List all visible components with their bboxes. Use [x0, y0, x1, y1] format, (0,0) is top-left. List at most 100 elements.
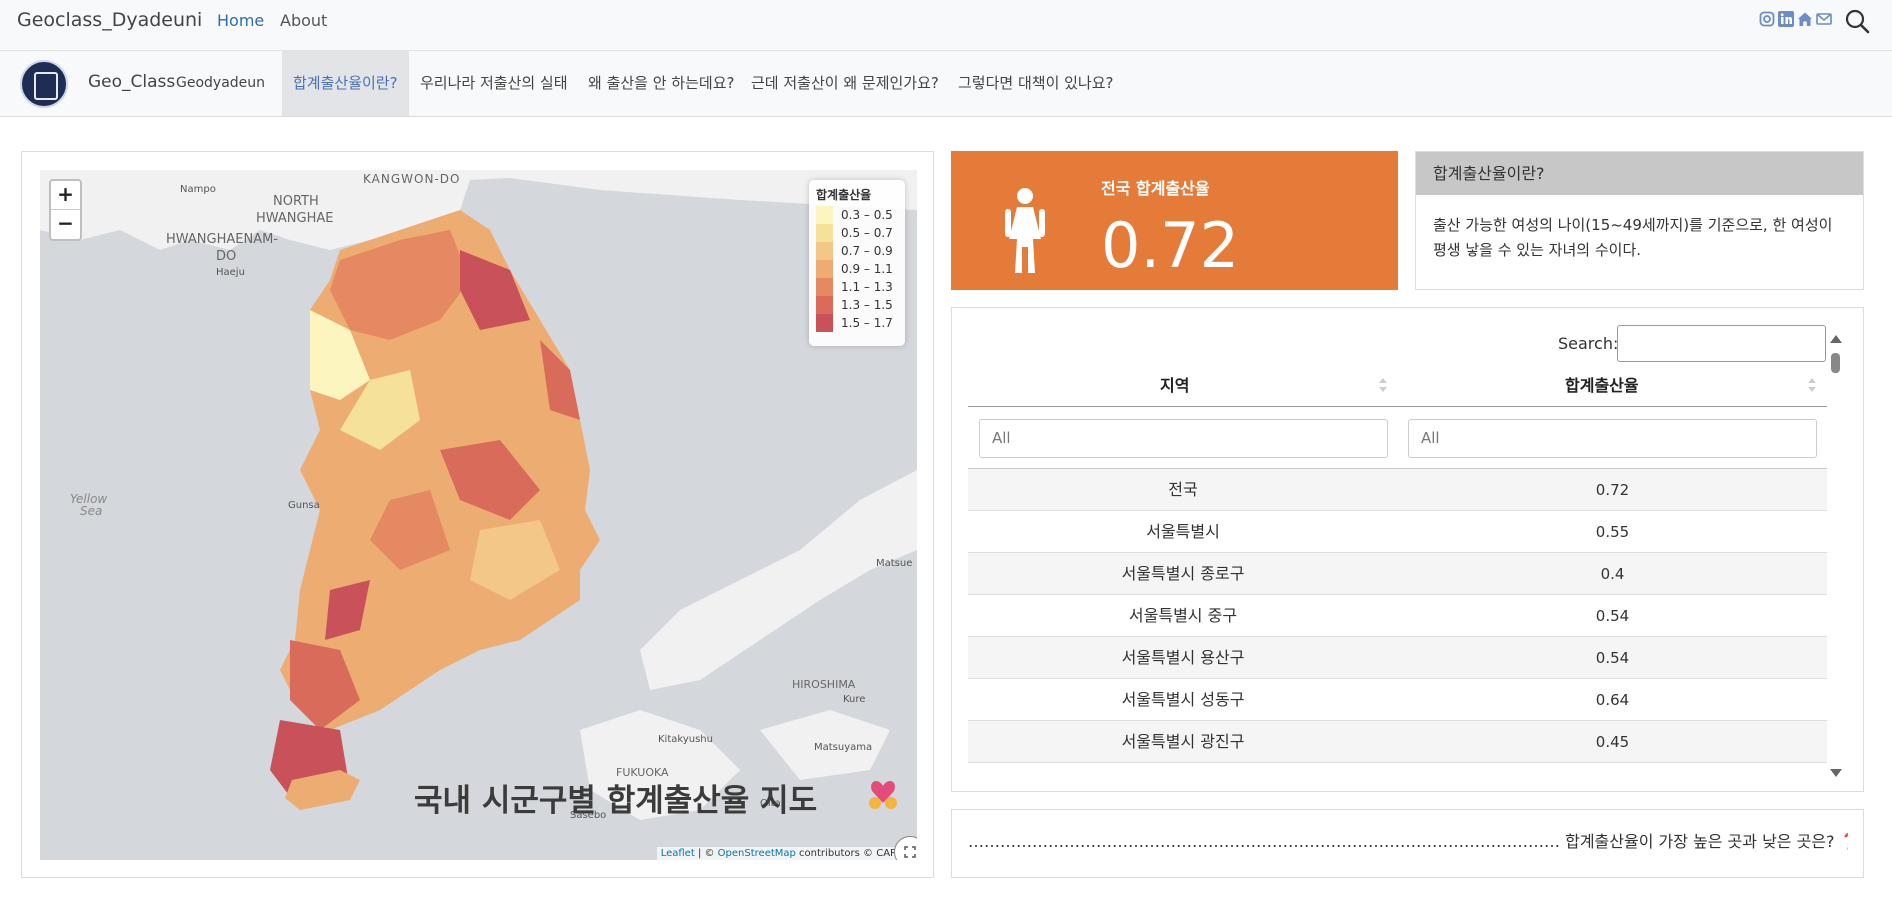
nav-home[interactable]: Home	[217, 11, 264, 30]
legend-swatch	[816, 314, 833, 332]
cell-region: 서울특별시 중구	[1128, 606, 1238, 625]
linkedin-icon[interactable]	[1778, 11, 1794, 27]
column-header-tfr[interactable]: 합계출산율	[1565, 372, 1639, 396]
cell-tfr: 0.54	[1595, 607, 1630, 625]
legend-title: 합계출산율	[816, 188, 872, 202]
zoom-in-button[interactable]: +	[51, 181, 80, 210]
mail-icon[interactable]	[1816, 11, 1832, 27]
legend-item: 0.3 – 0.5	[816, 206, 898, 224]
filter-tfr-input[interactable]: All	[1408, 419, 1817, 458]
attribution-rest: contributors © CAR	[795, 848, 897, 859]
heart-hands-icon	[866, 777, 900, 811]
legend-item: 1.5 – 1.7	[816, 314, 898, 332]
cell-tfr: 0.64	[1595, 691, 1630, 709]
table-row[interactable]: 서울특별시 성동구 0.64	[968, 679, 1827, 721]
legend-label: 1.1 – 1.3	[841, 280, 893, 294]
table-row[interactable]: 서울특별시 광진구 0.45	[968, 721, 1827, 763]
nav-about[interactable]: About	[280, 11, 327, 30]
sort-region-icon[interactable]	[1379, 378, 1387, 392]
map-label-matsuyama: Matsuyama	[814, 742, 873, 753]
legend-label: 1.3 – 1.5	[841, 298, 893, 312]
map-label-haeju: Haeju	[216, 267, 245, 278]
attribution-separator: | ©	[694, 848, 718, 859]
legend-label: 1.5 – 1.7	[841, 316, 893, 330]
map-label-kangwon: KANGWON-DO	[363, 172, 461, 186]
table-search-input[interactable]	[1617, 325, 1826, 362]
expand-icon	[904, 846, 916, 858]
map-attribution: Leaflet | © OpenStreetMap contributors ©…	[656, 847, 901, 860]
legend-swatch	[816, 260, 833, 278]
map-label-matsue: Matsue	[876, 558, 913, 569]
table-row[interactable]: 서울특별시 0.55	[968, 511, 1827, 553]
table-row[interactable]: 서울특별시 중구 0.54	[968, 595, 1827, 637]
female-icon	[995, 187, 1055, 273]
map-title: 국내 시군구별 합계출산율 지도	[414, 783, 818, 819]
map-label-kitakyushu: Kitakyushu	[658, 734, 713, 745]
extremes-question-card: ………………………………………………………………………………………………… 합계…	[951, 809, 1864, 878]
national-tfr-value-box: 전국 합계출산율 0.72	[951, 151, 1398, 290]
info-card-body: 출산 가능한 여성의 나이(15~49세까지)를 기준으로, 한 여성이 평생 …	[1433, 216, 1833, 259]
map-legend: 합계출산율 0.3 – 0.5 0.5 – 0.7 0.7 – 0.9 0.9 – 1…	[809, 180, 905, 346]
table-scrollbar[interactable]	[1827, 335, 1843, 777]
osm-link[interactable]: OpenStreetMap	[718, 848, 796, 859]
cell-region: 서울특별시 성동구	[1121, 690, 1245, 709]
map-label-kure: Kure	[843, 694, 866, 705]
tab-why-no-birth[interactable]: 왜 출산을 안 하는데요?	[577, 51, 745, 116]
map-label-sea: Sea	[80, 504, 103, 518]
sort-tfr-icon[interactable]	[1808, 378, 1816, 392]
fullscreen-button[interactable]	[894, 836, 917, 860]
legend-swatch	[816, 242, 833, 260]
scroll-thumb[interactable]	[1831, 353, 1840, 373]
instagram-icon[interactable]	[1759, 11, 1775, 27]
zoom-out-button[interactable]: −	[51, 210, 80, 239]
university-logo	[20, 60, 68, 108]
tab-tfr-definition[interactable]: 합계출산율이란?	[282, 51, 409, 116]
legend-item: 1.3 – 1.5	[816, 296, 898, 314]
filter-region-input[interactable]: All	[979, 419, 1388, 458]
brand[interactable]: Geoclass_Dyadeuni	[17, 9, 202, 31]
map-label-hwanghae: HWANGHAE	[256, 211, 334, 226]
map-label-north: NORTH	[273, 194, 319, 209]
legend-swatch	[816, 296, 833, 314]
legend-item: 0.5 – 0.7	[816, 224, 898, 242]
table-header: 지역 합계출산율	[968, 360, 1827, 407]
tfr-definition-card: 합계출산율이란? 출산 가능한 여성의 나이(15~49세까지)를 기준으로, …	[1415, 151, 1864, 290]
legend-label: 0.5 – 0.7	[841, 226, 893, 240]
leaflet-link[interactable]: Leaflet	[661, 848, 695, 859]
question-text: 합계출산율이 가장 높은 곳과 낮은 곳은?	[1565, 832, 1835, 851]
cell-region: 서울특별시 용산구	[1121, 648, 1245, 667]
search-icon[interactable]	[1844, 8, 1870, 34]
table-row[interactable]: 전국 0.72	[968, 469, 1827, 511]
legend-label: 0.9 – 1.1	[841, 262, 893, 276]
legend-item: 1.1 – 1.3	[816, 278, 898, 296]
tab-solutions[interactable]: 그렇다면 대책이 있나요?	[947, 51, 1125, 116]
value-box-label: 전국 합계출산율	[1101, 179, 1210, 198]
legend-item: 0.7 – 0.9	[816, 242, 898, 260]
top-navbar: Geoclass_Dyadeuni Home About	[0, 0, 1892, 51]
map-label-nampo: Nampo	[180, 184, 216, 195]
scroll-down-arrow-icon[interactable]	[1830, 769, 1842, 777]
zoom-control: + −	[49, 179, 82, 241]
scroll-up-arrow-icon[interactable]	[1830, 335, 1842, 343]
site-title[interactable]: Geo_Class	[88, 72, 175, 92]
map-basemap	[40, 170, 917, 820]
legend-label: 0.7 – 0.9	[841, 244, 893, 258]
choropleth-map[interactable]: KANGWON-DO Nampo NORTH HWANGHAE HWANGHAE…	[40, 170, 917, 860]
home-icon[interactable]	[1797, 11, 1813, 27]
legend-item: 0.9 – 1.1	[816, 260, 898, 278]
column-header-region[interactable]: 지역	[1160, 372, 1189, 396]
cell-region: 서울특별시 종로구	[1121, 564, 1245, 583]
tab-low-birth-reality[interactable]: 우리나라 저출산의 실태	[409, 51, 579, 116]
tab-why-problem[interactable]: 근데 저출산이 왜 문제인가요?	[740, 51, 950, 116]
question-mark-icon: ❓	[1840, 832, 1848, 851]
table-row[interactable]: 서울특별시 종로구 0.4	[968, 553, 1827, 595]
cell-region: 서울특별시 광진구	[1121, 732, 1245, 751]
table-body: 전국 0.72 서울특별시 0.55 서울특별시 종로구 0.4 서울특별시 중구 0.54 서…	[968, 468, 1827, 763]
legend-label: 0.3 – 0.5	[841, 208, 893, 222]
search-label: Search:	[1558, 334, 1619, 353]
table-row[interactable]: 서울특별시 용산구 0.54	[968, 637, 1827, 679]
cell-region: 서울특별시	[1146, 522, 1220, 541]
extremes-question: ………………………………………………………………………………………………… 합계…	[968, 828, 1848, 852]
value-box-number: 0.72	[1101, 209, 1240, 282]
question-leader-dots: …………………………………………………………………………………………………	[968, 832, 1560, 851]
